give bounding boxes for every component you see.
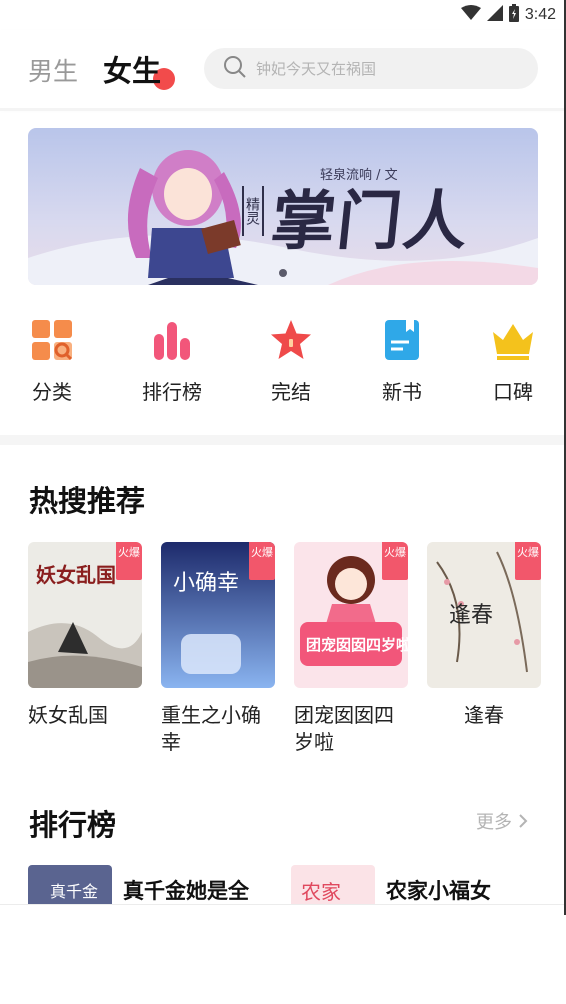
- book-title: 重生之小确幸: [161, 703, 261, 754]
- category-ranking[interactable]: 排行榜: [117, 318, 227, 405]
- hot-badge: 火爆: [382, 542, 408, 580]
- star-icon: [269, 318, 313, 362]
- hot-search-title: 热搜推荐: [29, 484, 146, 518]
- search-icon: [224, 55, 256, 82]
- crown-icon: [491, 318, 535, 362]
- section-divider: [0, 435, 566, 445]
- tab-male[interactable]: 男生: [28, 52, 78, 88]
- ranking-title: 排行榜: [29, 808, 117, 842]
- tab-female[interactable]: 女生: [103, 48, 161, 90]
- battery-icon: [508, 4, 519, 26]
- book-cover: 团宠囡囡四岁啦 火爆: [294, 542, 408, 688]
- category-label: 口碑: [493, 380, 533, 404]
- chevron-right-icon: [518, 812, 528, 833]
- category-label: 排行榜: [142, 380, 202, 404]
- book-title: 逢春: [464, 703, 504, 727]
- wifi-icon: [460, 5, 481, 25]
- category-grid-icon: [30, 318, 74, 362]
- book-card[interactable]: 团宠囡囡四岁啦 火爆 团宠囡囡四岁啦: [294, 542, 408, 756]
- status-bar: 3:42: [0, 0, 566, 30]
- category-label: 分类: [32, 380, 72, 404]
- book-card[interactable]: 小确幸 火爆 重生之小确幸: [161, 542, 275, 756]
- svg-text:小确幸: 小确幸: [173, 571, 239, 596]
- book-cover: 逢春 火爆: [427, 542, 541, 688]
- ranking-bars-icon: [150, 318, 194, 362]
- search-input[interactable]: 钟妃今天又在祸国: [204, 48, 538, 89]
- category-nav: 分类 排行榜 完结 新书 口碑: [0, 318, 566, 418]
- hot-badge: 火爆: [116, 542, 142, 580]
- more-label: 更多: [476, 812, 512, 833]
- category-new-books[interactable]: 新书: [347, 318, 457, 405]
- banner-tag: 精灵: [242, 186, 264, 236]
- header: 男生 女生 钟妃今天又在祸国: [0, 30, 566, 108]
- svg-text:真千金: 真千金: [50, 882, 98, 901]
- signal-icon: [486, 5, 503, 25]
- banner-title: 掌门人: [267, 184, 474, 259]
- svg-text:团宠囡囡四岁啦: 团宠囡囡四岁啦: [306, 636, 408, 654]
- book-cover: 小确幸 火爆: [161, 542, 275, 688]
- book-title: 团宠囡囡四岁啦: [294, 703, 394, 754]
- ranking-more-link[interactable]: 更多: [476, 808, 528, 834]
- status-time: 3:42: [524, 6, 556, 23]
- search-placeholder: 钟妃今天又在祸国: [256, 60, 377, 78]
- hot-badge: 火爆: [249, 542, 275, 580]
- book-title: 妖女乱国: [28, 703, 108, 727]
- status-icons: 3:42: [460, 4, 556, 26]
- category-label: 完结: [271, 380, 311, 404]
- bottom-blank-area: [0, 904, 566, 1004]
- category-reputation[interactable]: 口碑: [458, 318, 566, 405]
- book-cover: 妖女乱国 火爆: [28, 542, 142, 688]
- header-divider: [0, 108, 566, 111]
- ranking-item-title: 真千金她是全: [123, 879, 249, 903]
- banner-carousel[interactable]: 轻泉流响 / 文 精灵 掌门人: [28, 128, 538, 285]
- svg-text:农家: 农家: [301, 880, 341, 904]
- svg-text:逢春: 逢春: [449, 603, 493, 628]
- svg-text:妖女乱国: 妖女乱国: [36, 563, 116, 587]
- hot-badge: 火爆: [515, 542, 541, 580]
- book-card[interactable]: 妖女乱国 火爆 妖女乱国: [28, 542, 142, 729]
- book-card[interactable]: 逢春 火爆 逢春: [427, 542, 541, 729]
- category-label: 新书: [382, 380, 422, 404]
- category-completed[interactable]: 完结: [236, 318, 346, 405]
- banner-dot-active: [279, 269, 287, 277]
- category-classify[interactable]: 分类: [0, 318, 107, 405]
- new-book-icon: [380, 318, 424, 362]
- ranking-item-title: 农家小福女: [386, 879, 491, 903]
- banner-pagination: [28, 269, 538, 277]
